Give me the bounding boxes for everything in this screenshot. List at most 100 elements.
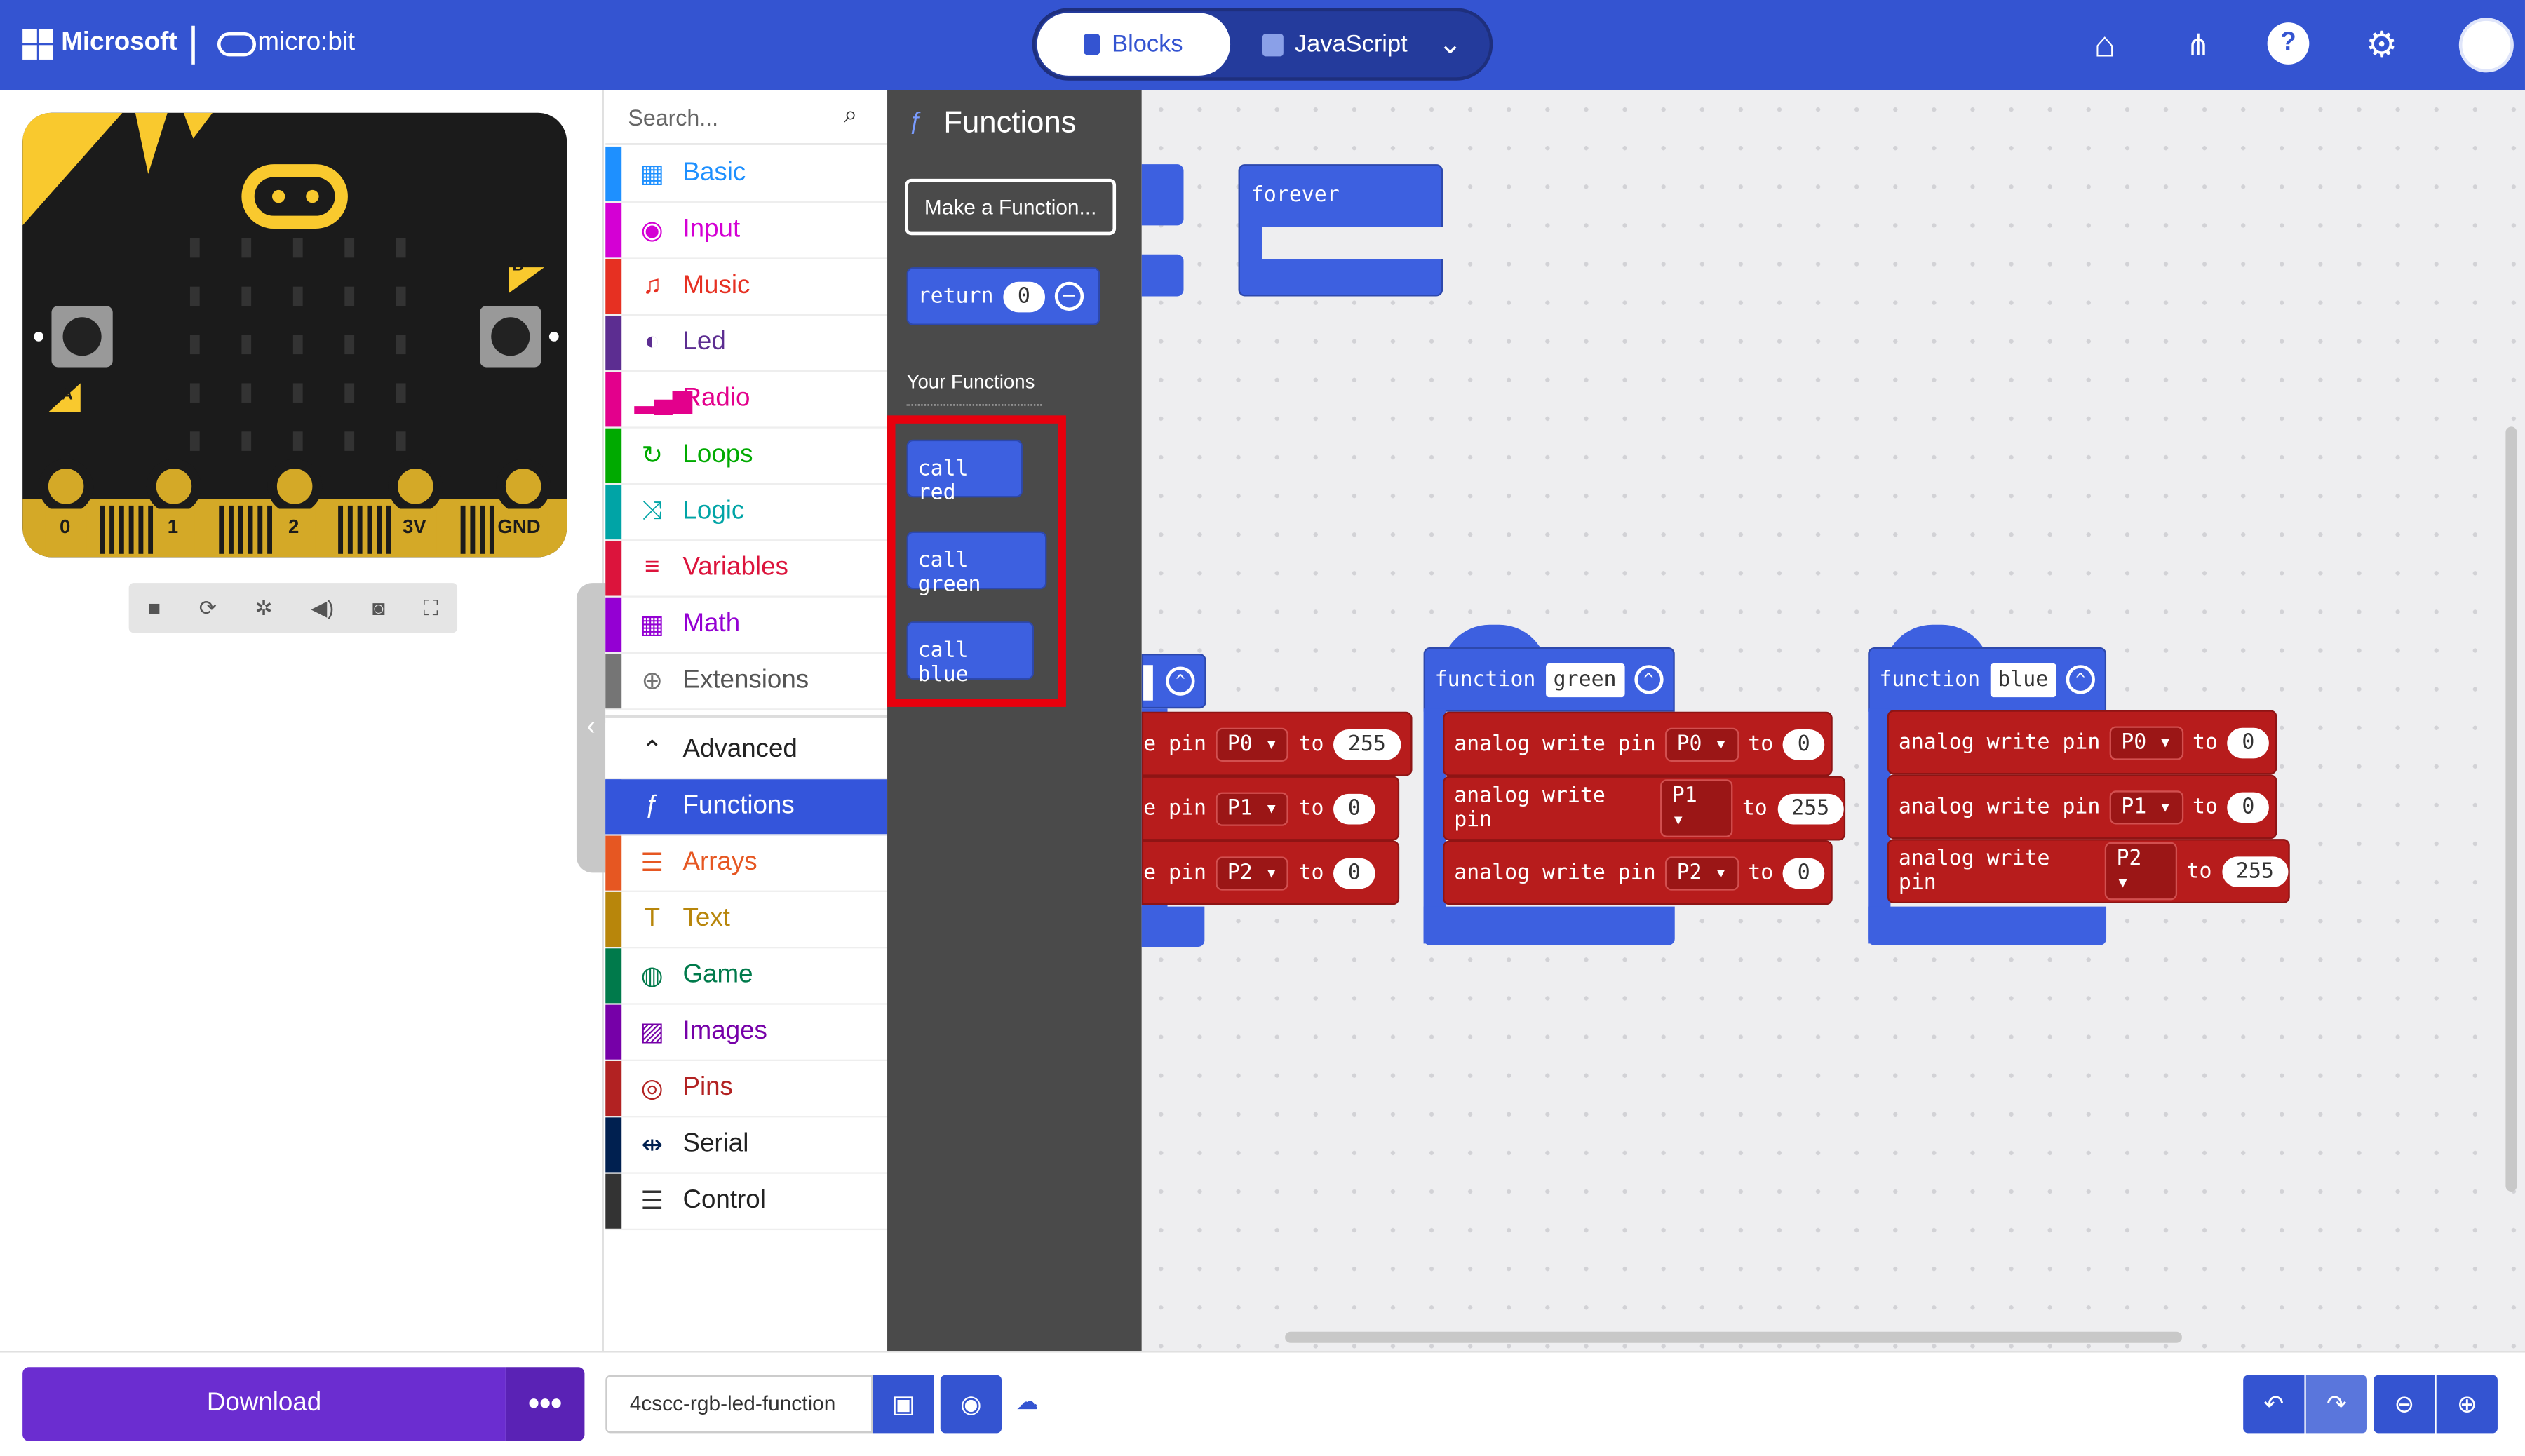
save-icon[interactable]: ▣ — [873, 1375, 934, 1434]
product-label[interactable]: micro:bit — [257, 29, 355, 58]
microbit-logo-icon — [217, 32, 257, 57]
download-button[interactable]: Download — [22, 1367, 506, 1441]
make-function-button[interactable]: Make a Function... — [905, 178, 1117, 236]
brand-label[interactable]: Microsoft — [61, 29, 177, 58]
pin-dropdown[interactable]: P0 ▾ — [1665, 727, 1739, 761]
value-field[interactable]: 0 — [2227, 791, 2269, 823]
pin-dropdown[interactable]: P1 ▾ — [1216, 791, 1289, 825]
category-text[interactable]: T Text — [605, 891, 888, 949]
category-serial[interactable]: ⇹ Serial — [605, 1117, 888, 1174]
value-field[interactable]: 255 — [1777, 793, 1844, 824]
pin-dropdown[interactable]: P2 ▾ — [1665, 856, 1739, 890]
chevron-up-icon[interactable]: ^ — [2066, 665, 2095, 694]
function-name-field[interactable]: blue — [1989, 662, 2056, 696]
return-block[interactable]: return 0 − — [906, 267, 1100, 325]
return-value[interactable]: 0 — [1003, 281, 1045, 312]
chevron-down-icon[interactable]: ⌄ — [1438, 27, 1462, 61]
avatar[interactable] — [2458, 18, 2514, 73]
value-field[interactable]: 0 — [1333, 857, 1375, 889]
value-field[interactable]: 0 — [1333, 793, 1375, 824]
horizontal-scrollbar[interactable] — [1285, 1331, 2182, 1343]
home-icon[interactable]: ⌂ — [2082, 22, 2127, 67]
share-icon[interactable]: ⋔ — [2176, 22, 2221, 67]
category-input[interactable]: ◉ Input — [605, 203, 888, 259]
vertical-scrollbar[interactable] — [2505, 426, 2517, 1192]
zoom-out-icon[interactable]: ⊖ — [2374, 1375, 2435, 1434]
cloud-icon[interactable]: ☁ — [1016, 1388, 1039, 1415]
analog-write-block[interactable]: analog write pin P1 ▾ to 255 — [1443, 776, 1846, 841]
partial-function-header[interactable]: ^ — [1141, 654, 1206, 709]
analog-write-block[interactable]: analog write pin P0 ▾ to 0 — [1443, 711, 1833, 776]
forever-block[interactable]: forever — [1238, 164, 1445, 297]
value-field[interactable]: 0 — [1783, 857, 1825, 889]
category-images[interactable]: ▨ Images — [605, 1004, 888, 1061]
category-extensions[interactable]: ⊕ Extensions — [605, 654, 888, 710]
help-icon[interactable]: ? — [2267, 22, 2310, 65]
analog-write-block[interactable]: analog write pin P2 ▾ to 0 — [1443, 840, 1833, 905]
debug-icon[interactable]: ✲ — [255, 595, 273, 621]
value-field[interactable]: 0 — [1783, 728, 1825, 760]
collapse-simulator-button[interactable]: ‹ — [576, 583, 606, 873]
function-green-header[interactable]: function green ^ — [1423, 647, 1675, 712]
category-logic[interactable]: ⤨ Logic — [605, 485, 888, 541]
analog-write-block[interactable]: analog write pin P1 ▾ to 0 — [1887, 774, 2277, 840]
function-blue-header[interactable]: function blue ^ — [1868, 647, 2107, 712]
pin-dropdown[interactable]: P1 ▾ — [2110, 790, 2183, 824]
fullscreen-icon[interactable]: ⛶ — [424, 595, 438, 621]
category-game[interactable]: ◍ Game — [605, 948, 888, 1005]
value-field[interactable]: 255 — [2221, 856, 2289, 887]
project-name-input[interactable]: 4cscc-rgb-led-function — [605, 1375, 873, 1434]
category-music[interactable]: ♫ Music — [605, 259, 888, 316]
search-icon[interactable]: ⌕ — [844, 102, 857, 129]
category-basic[interactable]: ▦ Basic — [605, 146, 888, 203]
analog-write-block[interactable]: e pin P2 ▾ to 0 — [1141, 840, 1400, 905]
category-functions[interactable]: ƒ Functions — [605, 779, 888, 836]
analog-write-block[interactable]: analog write pin P2 ▾ to 255 — [1887, 839, 2290, 903]
value-field[interactable]: 0 — [2227, 727, 2269, 758]
analog-write-block[interactable]: e pin P0 ▾ to 255 — [1141, 711, 1413, 776]
microbit-board[interactable] — [22, 112, 567, 558]
category-control[interactable]: ☰ Control — [605, 1173, 888, 1231]
block-text: e pin — [1143, 861, 1206, 885]
tab-javascript[interactable]: JavaScript — [1240, 13, 1418, 76]
gear-icon[interactable]: ⚙ — [2359, 22, 2404, 67]
pin-dropdown[interactable]: P1 ▾ — [1660, 779, 1733, 837]
category-pins[interactable]: ◎ Pins — [605, 1060, 888, 1118]
category-arrays[interactable]: ☰ Arrays — [605, 835, 888, 892]
category-color-bar — [605, 146, 622, 201]
screenshot-icon[interactable]: ◙ — [372, 595, 385, 619]
pin-dropdown[interactable]: P2 ▾ — [1216, 856, 1289, 890]
value-field[interactable]: 255 — [1333, 728, 1401, 760]
tab-blocks[interactable]: Blocks — [1037, 13, 1231, 76]
category-label: Control — [682, 1187, 766, 1215]
partial-block-bottom[interactable] — [1141, 254, 1184, 297]
pin-dropdown[interactable]: P2 ▾ — [2105, 842, 2177, 901]
category-variables[interactable]: ≡ Variables — [605, 541, 888, 598]
category-radio[interactable]: ▂▄▆ Radio — [605, 372, 888, 429]
category-math[interactable]: ▦ Math — [605, 597, 888, 654]
zoom-in-icon[interactable]: ⊕ — [2436, 1375, 2498, 1434]
pin-dropdown[interactable]: P0 ▾ — [2110, 725, 2183, 760]
function-name-field[interactable]: green — [1545, 662, 1625, 696]
stop-icon[interactable]: ■ — [148, 595, 161, 619]
pin-dropdown[interactable]: P0 ▾ — [1216, 727, 1289, 761]
more-options-button[interactable]: ••• — [505, 1367, 585, 1441]
analog-write-block[interactable]: e pin P1 ▾ to 0 — [1141, 776, 1400, 841]
restart-icon[interactable]: ⟳ — [199, 595, 217, 621]
category-label: Radio — [682, 384, 750, 412]
chevron-up-icon[interactable]: ^ — [1634, 665, 1664, 694]
undo-icon[interactable]: ↶ — [2243, 1375, 2305, 1434]
chevron-up-icon[interactable]: ^ — [1166, 666, 1195, 696]
analog-write-block[interactable]: analog write pin P0 ▾ to 0 — [1887, 710, 2277, 775]
function-green-footer — [1423, 906, 1675, 945]
sound-icon[interactable]: ◀) — [311, 595, 334, 621]
github-icon[interactable]: ◉ — [940, 1375, 1002, 1434]
partial-function-footer — [1141, 906, 1205, 947]
remove-icon[interactable]: − — [1054, 281, 1084, 311]
partial-block-top[interactable] — [1141, 164, 1184, 226]
category-loops[interactable]: ↻ Loops — [605, 428, 888, 485]
to-label: to — [1298, 861, 1324, 885]
redo-icon[interactable]: ↷ — [2305, 1375, 2367, 1434]
category-advanced[interactable]: ⌃ Advanced — [605, 722, 888, 780]
category-led[interactable]: ◐ Led — [605, 315, 888, 372]
